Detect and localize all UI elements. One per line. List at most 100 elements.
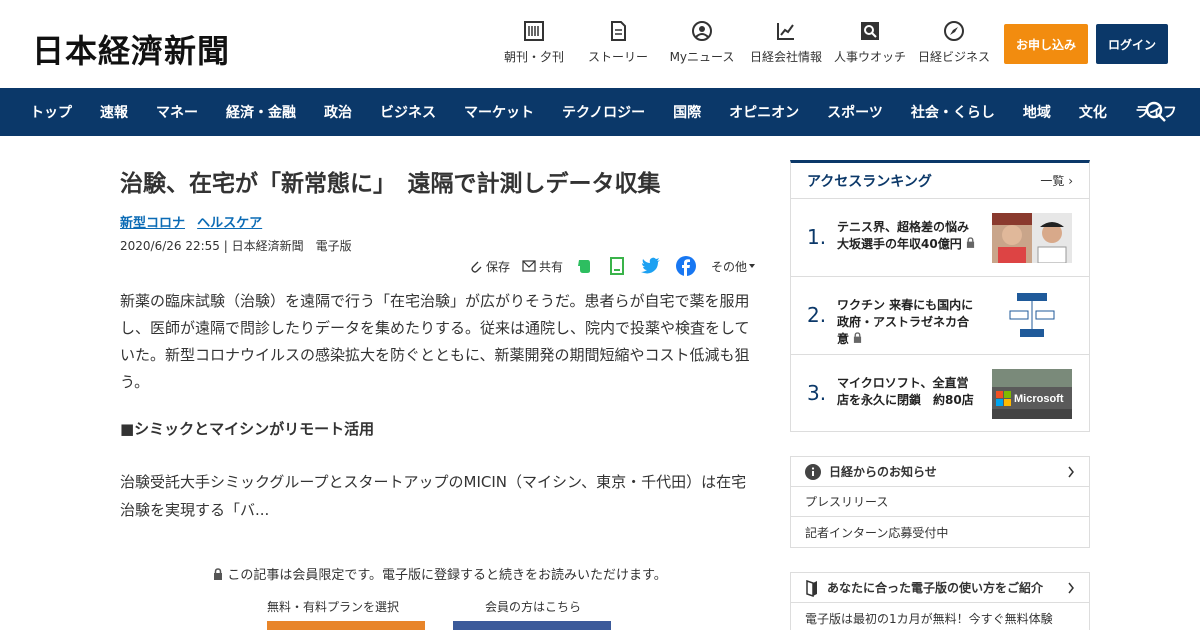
book-icon	[806, 579, 817, 597]
search-person-icon	[861, 22, 879, 40]
article-meta: 2020/6/26 22:55 | 日本経済新聞 電子版	[120, 239, 352, 253]
nav-items: トップ 速報 マネー 経済・金融 政治 ビジネス マーケット テクノロジー 国際…	[30, 88, 1200, 136]
article: 治験、在宅が「新常態に」 遠隔で計測しデータ収集 新型コロナ ヘルスケア 202…	[120, 160, 760, 630]
member-label: 会員の方はこちら	[484, 600, 581, 614]
twitter-icon	[640, 257, 660, 274]
tool-company-info[interactable]: 日経会社情報	[744, 20, 828, 65]
ranking-more-link[interactable]: 一覧 ›	[1040, 172, 1073, 189]
tool-story[interactable]: ストーリー	[576, 20, 660, 65]
site-header: 日本経濟新聞 朝刊・夕刊 ストーリー Myニュース 日経会社情報 人事ウオッチ …	[0, 0, 1200, 88]
nav-item-economy[interactable]: 経済・金融	[226, 102, 296, 122]
nav-item-business[interactable]: ビジネス	[380, 102, 436, 122]
user-icon	[692, 21, 712, 41]
lock-icon	[966, 237, 974, 248]
ranking-headline: ワクチン 来春にも国内に 政府・アストラゼネカ合意	[837, 297, 977, 348]
nav-item-sports[interactable]: スポーツ	[827, 102, 883, 122]
plan-select-button[interactable]	[267, 621, 425, 630]
ranking-more-label: 一覧	[1040, 174, 1065, 188]
guide-header[interactable]: あなたに合った電子版の使い方をご紹介	[791, 573, 1089, 603]
nav-item-top[interactable]: トップ	[30, 102, 72, 122]
ranking-number: 3.	[807, 381, 827, 405]
caret-down-icon	[749, 264, 755, 268]
nav-item-society[interactable]: 社会・くらし	[911, 102, 995, 122]
ranking-item[interactable]: 1. テニス界、超格差の悩み 大坂選手の年収40億円	[791, 199, 1089, 277]
tool-nikkei-business[interactable]: 日経ビジネス	[912, 20, 996, 65]
notice-link[interactable]: 記者インターン応募受付中	[791, 517, 1089, 547]
tool-label: ストーリー	[587, 50, 648, 64]
mail-icon	[522, 260, 536, 272]
twitter-button[interactable]	[640, 257, 664, 275]
save-label: 保存	[485, 259, 510, 274]
ranking-headline: マイクロソフト、全直営店を永久に閉鎖 約80店	[837, 376, 974, 407]
nav-item-culture[interactable]: 文化	[1079, 102, 1107, 122]
ranking-headline-text: テニス界、超格差の悩み 大坂選手の年収40億円	[837, 220, 970, 251]
notice-link[interactable]: プレスリリース	[791, 487, 1089, 517]
chevron-right-icon	[1068, 466, 1074, 478]
guide-title: あなたに合った電子版の使い方をご紹介	[827, 581, 1044, 595]
apply-button[interactable]: お申し込み	[1004, 24, 1088, 64]
paywall-labels: 無料・有料プランを選択 会員の方はこちら	[267, 598, 611, 615]
diagram-thumbnail	[992, 291, 1072, 341]
article-subhead: ■シミックとマイシンがリモート活用	[120, 420, 375, 438]
nav-item-opinion[interactable]: オピニオン	[729, 102, 799, 122]
share-other-button[interactable]: その他	[711, 258, 760, 275]
nav-item-market[interactable]: マーケット	[464, 102, 534, 122]
info-icon	[805, 463, 821, 480]
tool-label: 日経ビジネス	[917, 50, 990, 64]
share-button[interactable]: 共有	[522, 258, 563, 275]
article-paragraph: 新薬の臨床試験（治験）を遠隔で行う「在宅治験」が広がりそうだ。患者らが自宅で薬を…	[120, 292, 750, 391]
plan-label: 無料・有料プランを選択	[267, 600, 400, 614]
chevron-right-icon	[1068, 582, 1074, 594]
nav-item-politics[interactable]: 政治	[324, 102, 352, 122]
tool-jinji-watch[interactable]: 人事ウオッチ	[828, 20, 912, 65]
tag-link[interactable]: ヘルスケア	[197, 216, 262, 231]
ranking-title: アクセスランキング	[807, 173, 932, 190]
article-title: 治験、在宅が「新常態に」 遠隔で計測しデータ収集	[120, 171, 661, 197]
nav-item-technology[interactable]: テクノロジー	[562, 102, 645, 122]
chart-icon	[777, 23, 794, 40]
access-ranking: アクセスランキング 一覧 › 1. テニス界、超格差の悩み 大坂選手の年収40億…	[790, 160, 1090, 432]
microsoft-store-thumbnail: Microsoft	[992, 369, 1072, 419]
lock-icon	[854, 332, 862, 343]
login-button[interactable]: ログイン	[1096, 24, 1168, 64]
tool-label: 朝刊・夕刊	[503, 50, 564, 64]
share-label: 共有	[538, 259, 563, 274]
tool-chokan-yukan[interactable]: 朝刊・夕刊	[492, 20, 576, 65]
nav-item-region[interactable]: 地域	[1023, 102, 1051, 122]
article-paragraph: 治験受託大手シミックグループとスタートアップのMICIN（マイシン、東京・千代田…	[120, 473, 747, 519]
main-nav: トップ 速報 マネー 経済・金融 政治 ビジネス マーケット テクノロジー 国際…	[0, 88, 1200, 136]
save-button[interactable]: 保存	[469, 258, 510, 275]
tennis-players-thumbnail	[992, 213, 1072, 263]
site-logo[interactable]: 日本経濟新聞	[32, 26, 230, 72]
facebook-button[interactable]	[675, 256, 699, 276]
member-login-button[interactable]	[453, 621, 611, 630]
newspaper-icon	[524, 21, 544, 41]
guide-row[interactable]: 電子版は最初の1カ月が無料！今すぐ無料体験	[791, 603, 1089, 630]
tool-label: 人事ウオッチ	[833, 50, 906, 64]
tool-label: 日経会社情報	[749, 50, 822, 64]
lock-icon	[214, 568, 223, 580]
nav-item-breaking[interactable]: 速報	[100, 102, 128, 122]
article-tags: 新型コロナ ヘルスケア	[120, 212, 760, 231]
ranking-number: 1.	[807, 225, 827, 249]
notice-title: 日経からのお知らせ	[829, 465, 937, 479]
nav-item-international[interactable]: 国際	[673, 102, 701, 122]
tool-mynews[interactable]: Myニュース	[660, 20, 744, 65]
nav-item-money[interactable]: マネー	[156, 102, 198, 122]
ranking-header: アクセスランキング 一覧 ›	[791, 163, 1089, 199]
memo-button[interactable]	[608, 257, 629, 275]
document-icon	[611, 21, 626, 41]
ranking-number: 2.	[807, 303, 827, 327]
ranking-item[interactable]: 2. ワクチン 来春にも国内に 政府・アストラゼネカ合意	[791, 277, 1089, 355]
search-icon[interactable]	[1144, 100, 1168, 124]
compass-icon	[944, 21, 964, 41]
share-bar: 保存 共有 その他	[120, 254, 760, 278]
ranking-item[interactable]: 3. マイクロソフト、全直営店を永久に閉鎖 約80店 Microsoft	[791, 355, 1089, 433]
evernote-button[interactable]	[575, 257, 596, 275]
other-label: その他	[710, 259, 747, 274]
notice-header[interactable]: 日経からのお知らせ	[791, 457, 1089, 487]
memo-icon	[609, 257, 624, 275]
digital-guide: あなたに合った電子版の使い方をご紹介 電子版は最初の1カ月が無料！今すぐ無料体験	[790, 572, 1090, 630]
tool-label: Myニュース	[669, 50, 735, 64]
tag-link[interactable]: 新型コロナ	[120, 216, 185, 231]
